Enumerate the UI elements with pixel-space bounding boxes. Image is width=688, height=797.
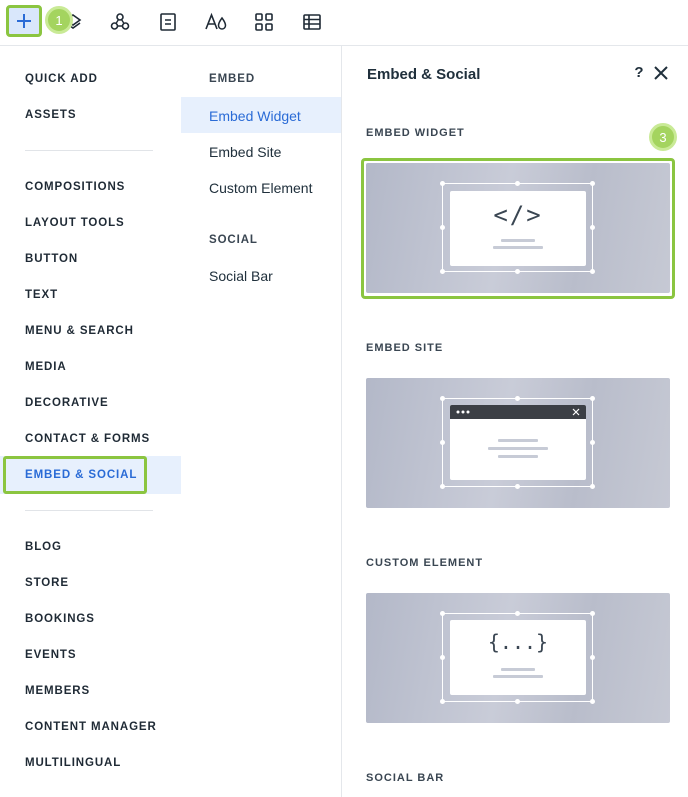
resize-handle xyxy=(515,181,520,186)
grid-icon xyxy=(255,13,273,31)
category-menu-search[interactable]: MENU & SEARCH xyxy=(25,325,134,337)
resize-handle xyxy=(440,225,445,230)
category-button[interactable]: BUTTON xyxy=(25,253,78,265)
placeholder-line xyxy=(493,246,543,249)
category-quick-add[interactable]: QUICK ADD xyxy=(25,73,98,85)
section-label-social-bar: SOCIAL BAR xyxy=(366,772,445,784)
plus-icon xyxy=(17,14,31,28)
resize-handle xyxy=(515,484,520,489)
embed-social-panel: Embed & Social ? EMBED WIDGET 3 </> EMBE… xyxy=(342,46,688,797)
category-assets[interactable]: ASSETS xyxy=(25,109,76,121)
cms-button[interactable] xyxy=(295,7,329,37)
category-events[interactable]: EVENTS xyxy=(25,649,76,661)
browser-close-icon xyxy=(572,408,580,416)
section-label-embed-widget: EMBED WIDGET xyxy=(366,127,465,139)
table-icon xyxy=(303,14,321,30)
custom-element-thumbnail[interactable]: {...} xyxy=(366,593,670,723)
placeholder-line xyxy=(488,447,548,450)
theme-button[interactable] xyxy=(199,7,233,37)
resize-handle xyxy=(590,440,595,445)
browser-bar xyxy=(450,405,586,419)
subcategory-embed-site[interactable]: Embed Site xyxy=(209,144,281,160)
category-bookings[interactable]: BOOKINGS xyxy=(25,613,95,625)
resize-handle xyxy=(515,611,520,616)
section-label-embed-site: EMBED SITE xyxy=(366,342,444,354)
add-elements-button[interactable] xyxy=(6,5,42,37)
custom-element-card: {...} xyxy=(450,620,586,695)
subcategory-embed-widget[interactable]: Embed Widget xyxy=(209,108,301,124)
category-media[interactable]: MEDIA xyxy=(25,361,67,373)
category-blog[interactable]: BLOG xyxy=(25,541,62,553)
category-compositions[interactable]: COMPOSITIONS xyxy=(25,181,125,193)
subcategory-heading-social: SOCIAL xyxy=(209,234,258,246)
resize-handle xyxy=(590,699,595,704)
subcategory-heading-embed: EMBED xyxy=(209,73,256,85)
page-icon xyxy=(160,13,176,31)
category-multilingual[interactable]: MULTILINGUAL xyxy=(25,757,121,769)
step-callout-3: 3 xyxy=(649,123,677,151)
app-market-button[interactable] xyxy=(247,7,281,37)
resize-handle xyxy=(440,611,445,616)
subcategory-social-bar[interactable]: Social Bar xyxy=(209,268,273,284)
resize-handle xyxy=(590,396,595,401)
placeholder-line xyxy=(493,675,543,678)
category-divider xyxy=(25,510,153,511)
resize-handle xyxy=(440,181,445,186)
embed-widget-thumbnail[interactable]: </> xyxy=(366,163,670,293)
resize-handle xyxy=(590,655,595,660)
resize-handle xyxy=(590,611,595,616)
resize-handle xyxy=(440,396,445,401)
placeholder-line xyxy=(498,455,538,458)
resize-handle xyxy=(440,655,445,660)
code-icon: </> xyxy=(493,201,543,229)
widget-card: </> xyxy=(450,191,586,266)
help-button[interactable]: ? xyxy=(632,64,646,81)
placeholder-line xyxy=(498,439,538,442)
text-theme-icon xyxy=(205,12,227,30)
browser-dots-icon xyxy=(456,410,470,414)
apps-icon xyxy=(110,13,130,30)
embed-site-thumbnail[interactable] xyxy=(366,378,670,508)
resize-handle xyxy=(590,225,595,230)
resize-handle xyxy=(440,269,445,274)
section-label-custom-element: CUSTOM ELEMENT xyxy=(366,557,484,569)
close-icon xyxy=(654,66,668,80)
placeholder-line xyxy=(501,239,535,242)
resize-handle xyxy=(515,269,520,274)
category-list: QUICK ADD ASSETS COMPOSITIONS LAYOUT TOO… xyxy=(0,46,209,797)
category-content-manager[interactable]: CONTENT MANAGER xyxy=(25,721,157,733)
resize-handle xyxy=(515,699,520,704)
category-contact-forms[interactable]: CONTACT & FORMS xyxy=(25,433,150,445)
subcategory-custom-element[interactable]: Custom Element xyxy=(209,180,312,196)
step-callout-1: 1 xyxy=(45,6,73,34)
category-embed-social[interactable]: EMBED & SOCIAL xyxy=(25,469,137,481)
placeholder-line xyxy=(501,668,535,671)
category-store[interactable]: STORE xyxy=(25,577,69,589)
resize-handle xyxy=(515,396,520,401)
panel-title: Embed & Social xyxy=(367,66,481,83)
resize-handle xyxy=(590,269,595,274)
category-text[interactable]: TEXT xyxy=(25,289,58,301)
braces-icon: {...} xyxy=(487,630,549,654)
top-toolbar: 1 xyxy=(0,0,688,46)
subcategory-list: EMBED Embed Widget Embed Site Custom Ele… xyxy=(181,46,342,797)
category-divider xyxy=(25,150,153,151)
apps-button[interactable] xyxy=(103,7,137,37)
resize-handle xyxy=(590,484,595,489)
resize-handle xyxy=(590,181,595,186)
resize-handle xyxy=(440,484,445,489)
pages-button[interactable] xyxy=(151,7,185,37)
resize-handle xyxy=(440,440,445,445)
category-layout-tools[interactable]: LAYOUT TOOLS xyxy=(25,217,125,229)
close-button[interactable] xyxy=(652,64,670,82)
resize-handle xyxy=(440,699,445,704)
category-decorative[interactable]: DECORATIVE xyxy=(25,397,109,409)
browser-window-card xyxy=(450,405,586,480)
category-members[interactable]: MEMBERS xyxy=(25,685,90,697)
